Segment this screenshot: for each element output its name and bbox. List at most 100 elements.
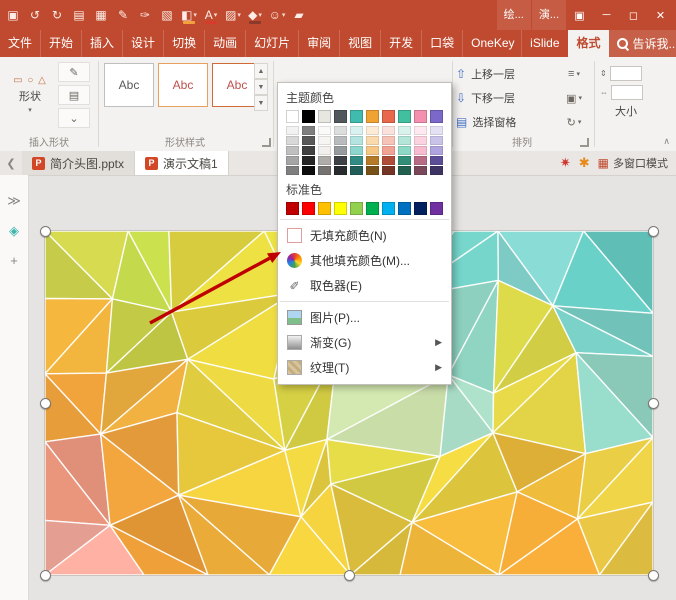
- smiley-icon[interactable]: ☺▾: [266, 3, 288, 27]
- bring-forward-button[interactable]: ⇧上移一层: [456, 64, 515, 84]
- theme-tint-swatch[interactable]: [382, 126, 395, 135]
- standard-color-swatch-3[interactable]: [318, 202, 331, 215]
- standard-color-swatch-7[interactable]: [382, 202, 395, 215]
- theme-tint-swatch[interactable]: [414, 136, 427, 145]
- color-swatch-icon[interactable]: ▰: [288, 3, 310, 27]
- context-tab-drawing-tools[interactable]: 绘...: [497, 0, 531, 30]
- ribbon-tab-幻灯片[interactable]: 幻灯片: [245, 30, 298, 57]
- theme-tint-swatch[interactable]: [286, 156, 299, 165]
- theme-tint-swatch[interactable]: [302, 146, 315, 155]
- theme-tint-swatch[interactable]: [430, 156, 443, 165]
- theme-tint-swatch[interactable]: [302, 156, 315, 165]
- selection-pane-button[interactable]: ▤选择窗格: [456, 112, 516, 132]
- theme-tint-swatch[interactable]: [350, 156, 363, 165]
- minimize-button[interactable]: ─: [593, 0, 620, 30]
- theme-tint-swatch[interactable]: [350, 146, 363, 155]
- standard-color-swatch-8[interactable]: [398, 202, 411, 215]
- theme-tint-swatch[interactable]: [318, 156, 331, 165]
- theme-tint-swatch[interactable]: [302, 136, 315, 145]
- theme-tint-swatch[interactable]: [398, 146, 411, 155]
- shapes-icon[interactable]: ◆▾: [244, 3, 266, 27]
- menu-item-color-wheel[interactable]: 其他填充颜色(M)...: [278, 248, 451, 273]
- ribbon-display-options-button[interactable]: ▣: [566, 0, 593, 30]
- ribbon-tab-动画[interactable]: 动画: [204, 30, 245, 57]
- ribbon-tab-开始[interactable]: 开始: [40, 30, 81, 57]
- add-icon[interactable]: +: [10, 253, 18, 268]
- theme-color-swatch-10[interactable]: [430, 110, 443, 123]
- theme-color-swatch-6[interactable]: [366, 110, 379, 123]
- ribbon-tab-设计[interactable]: 设计: [122, 30, 163, 57]
- theme-tint-swatch[interactable]: [382, 156, 395, 165]
- ribbon-tab-审阅[interactable]: 审阅: [298, 30, 339, 57]
- standard-color-swatch-5[interactable]: [350, 202, 363, 215]
- style-scroll-up-button[interactable]: ▲: [254, 63, 268, 79]
- theme-tint-swatch[interactable]: [414, 146, 427, 155]
- theme-color-swatch-9[interactable]: [414, 110, 427, 123]
- edit-shape-button[interactable]: ✎: [58, 62, 90, 82]
- rotate-button[interactable]: ↻▾: [556, 112, 592, 132]
- theme-tint-swatch[interactable]: [302, 166, 315, 175]
- theme-tint-swatch[interactable]: [286, 126, 299, 135]
- theme-tint-swatch[interactable]: [366, 156, 379, 165]
- collapse-ribbon-button[interactable]: ∧: [663, 136, 670, 147]
- theme-tint-swatch[interactable]: [366, 126, 379, 135]
- shape-styles-dialog-launcher[interactable]: [262, 138, 271, 147]
- undo-icon[interactable]: ↺: [24, 3, 46, 27]
- theme-tint-swatch[interactable]: [286, 136, 299, 145]
- theme-tint-swatch[interactable]: [334, 156, 347, 165]
- font-color-icon[interactable]: A▾: [200, 3, 222, 27]
- theme-color-swatch-1[interactable]: [286, 110, 299, 123]
- theme-tint-swatch[interactable]: [366, 166, 379, 175]
- close-button[interactable]: ✕: [647, 0, 674, 30]
- theme-tint-swatch[interactable]: [318, 146, 331, 155]
- theme-tint-swatch[interactable]: [398, 126, 411, 135]
- arrange-dialog-launcher[interactable]: [580, 138, 589, 147]
- width-input[interactable]: [611, 85, 643, 100]
- selection-handle[interactable]: [648, 398, 659, 409]
- theme-tint-swatch[interactable]: [398, 136, 411, 145]
- theme-tint-swatch[interactable]: [318, 126, 331, 135]
- theme-tint-swatch[interactable]: [430, 136, 443, 145]
- theme-color-swatch-8[interactable]: [398, 110, 411, 123]
- theme-tint-swatch[interactable]: [366, 136, 379, 145]
- ribbon-tab-格式[interactable]: 格式: [568, 30, 609, 57]
- magic-shape-icon[interactable]: ◈: [9, 223, 19, 239]
- selection-handle[interactable]: [40, 398, 51, 409]
- pen-icon[interactable]: ✎: [112, 3, 134, 27]
- shapes-gallery-button[interactable]: ▭ ○ △ 形状 ▾: [6, 62, 54, 126]
- brush-icon[interactable]: ✑: [134, 3, 156, 27]
- ribbon-tab-切换[interactable]: 切换: [163, 30, 204, 57]
- group-button[interactable]: ▣▾: [556, 88, 592, 108]
- ribbon-tab-iSlide[interactable]: iSlide: [521, 30, 567, 57]
- theme-tint-swatch[interactable]: [414, 156, 427, 165]
- theme-tint-swatch[interactable]: [318, 166, 331, 175]
- standard-color-swatch-9[interactable]: [414, 202, 427, 215]
- theme-color-swatch-3[interactable]: [318, 110, 331, 123]
- align-button[interactable]: ≡▾: [556, 64, 592, 84]
- ribbon-tab-插入[interactable]: 插入: [81, 30, 122, 57]
- standard-color-swatch-10[interactable]: [430, 202, 443, 215]
- theme-tint-swatch[interactable]: [430, 146, 443, 155]
- tell-me-box[interactable]: 告诉我...: [609, 30, 676, 57]
- standard-color-swatch-1[interactable]: [286, 202, 299, 215]
- height-spinner[interactable]: ⇕: [600, 65, 652, 81]
- height-input[interactable]: [610, 66, 642, 81]
- pane-toggle-icon[interactable]: ❮: [0, 151, 22, 175]
- selection-handle[interactable]: [648, 570, 659, 581]
- ribbon-tab-OneKey[interactable]: OneKey: [462, 30, 521, 57]
- theme-tint-swatch[interactable]: [302, 126, 315, 135]
- theme-tint-swatch[interactable]: [366, 146, 379, 155]
- fill-color-icon[interactable]: ◧▾: [178, 3, 200, 27]
- theme-tint-swatch[interactable]: [350, 166, 363, 175]
- standard-color-swatch-4[interactable]: [334, 202, 347, 215]
- standard-color-swatch-6[interactable]: [366, 202, 379, 215]
- selection-handle[interactable]: [40, 226, 51, 237]
- theme-tint-swatch[interactable]: [350, 136, 363, 145]
- ribbon-tab-口袋[interactable]: 口袋: [421, 30, 462, 57]
- theme-tint-swatch[interactable]: [286, 166, 299, 175]
- menu-item-eyedropper[interactable]: ✐取色器(E): [278, 273, 451, 298]
- context-tab-presentation[interactable]: 演...: [532, 0, 566, 30]
- shape-style-preview-1[interactable]: Abc: [104, 63, 154, 107]
- restore-button[interactable]: ◻: [620, 0, 647, 30]
- style-scroll-down-button[interactable]: ▼: [254, 79, 268, 95]
